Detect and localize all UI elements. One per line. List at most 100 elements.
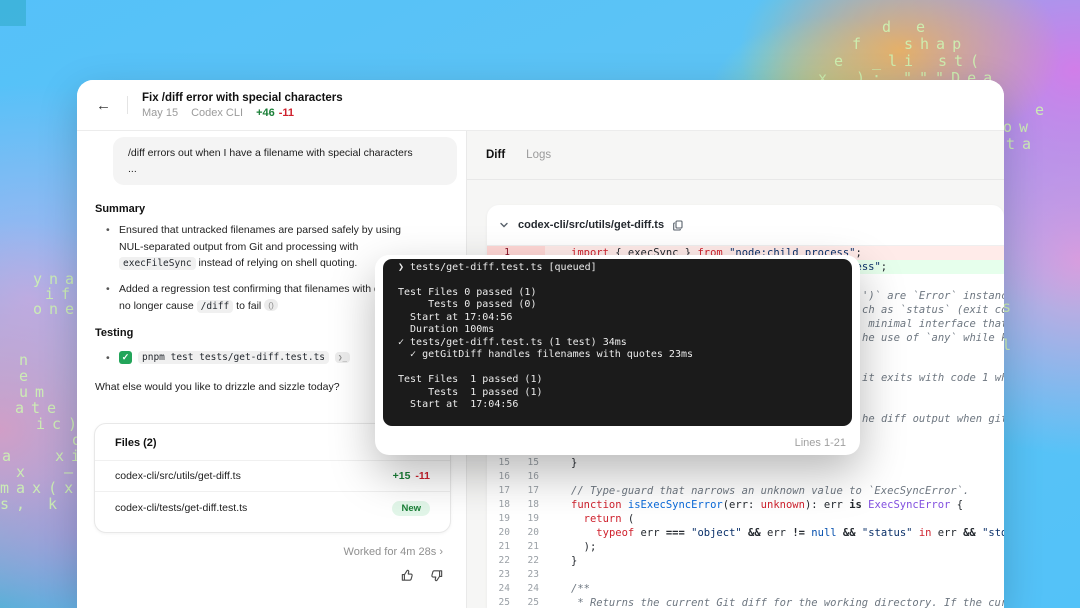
task-date: May 15 [142,107,178,119]
chevron-right-icon: › [439,546,443,558]
summary-bullet-2: •Added a regression test confirming that… [119,281,419,315]
testing-heading: Testing [95,327,133,339]
terminal-line [398,362,837,374]
matrix-glyph: shap [904,37,968,52]
matrix-glyph: x [16,465,32,480]
diff-comment-fragment: ch as `status` (exit co [862,304,1004,316]
terminal-line: Tests 0 passed (0) [398,299,837,311]
worked-duration-toggle[interactable]: Worked for 4m 28s › [94,546,443,558]
task-title: Fix /diff error with special characters [142,92,343,104]
desktop-background: ynaifoneneumateic)oaxix—max(xs,kdefshape… [0,0,1080,608]
diff-row: 2525 * Returns the current Git diff for … [487,596,1004,608]
diff-row: 2424/** [487,582,1004,596]
check-icon: ✓ [119,351,132,364]
matrix-glyph: e [1035,103,1051,118]
worked-duration-label: Worked for 4m 28s [344,546,437,558]
matrix-glyph: e [834,54,850,69]
file-path: codex-cli/tests/get-diff.test.ts [115,502,247,514]
diff-row: 2020 typeof err === "object" && err != n… [487,526,1004,540]
diff-row: 2323 [487,568,1004,582]
file-row-meta: New [392,502,430,514]
task-subtitle: May 15 Codex CLI +46 -11 [142,107,343,119]
matrix-glyph: l [1002,338,1018,353]
matrix-glyph: ate [15,401,63,416]
back-button[interactable]: ← [96,98,111,113]
file-row[interactable]: codex-cli/src/utils/get-diff.ts +15 -11 [95,461,450,492]
diff-additions: +46 [256,107,275,119]
matrix-glyph: e [916,20,932,35]
file-deletions: -11 [412,470,430,482]
diff-row: 1919 return ( [487,512,1004,526]
terminal-line: Tests 1 passed (1) [398,387,837,399]
files-list: codex-cli/src/utils/get-diff.ts+15 -11co… [95,461,450,523]
task-header: ← Fix /diff error with special character… [77,80,1004,131]
task-source: Codex CLI [191,107,243,119]
terminal-popover: ❯ tests/get-diff.test.ts [queued] Test F… [375,255,860,455]
citation-badge[interactable]: () [264,299,278,311]
user-message-text: /diff errors out when I have a filename … [128,145,442,161]
diff-comment-fragment: ')` are `Error` instance [862,290,1004,302]
terminal-lines-label: Lines 1-21 [795,437,846,449]
inline-code-chip: /diff [197,300,234,313]
bullet-dot: • [106,352,110,364]
file-path: codex-cli/src/utils/get-diff.ts [115,470,241,482]
diff-row: 2222} [487,554,1004,568]
codex-task-window: ← Fix /diff error with special character… [77,80,1004,608]
matrix-glyph: st( [938,54,986,69]
matrix-glyph: ta [1006,137,1038,152]
matrix-glyph: max(x [0,481,80,496]
corner-accent-square [0,0,26,26]
matrix-glyph: a [2,449,18,464]
test-command-chip: pnpm test tests/get-diff.test.ts [138,351,329,364]
terminal-line: ✓ tests/get-diff.test.ts (1 test) 34ms [398,337,837,349]
diff-comment-fragment: he use of `any` while k [862,332,1004,344]
matrix-glyph: d [882,20,898,35]
panel-tabs: Diff Logs [467,131,1004,180]
diff-row: 1616 [487,470,1004,484]
matrix-glyph: k [48,497,64,512]
diff-row: 1818function isExecSyncError(err: unknow… [487,498,1004,512]
user-message-bubble: /diff errors out when I have a filename … [113,137,457,185]
matrix-glyph: e [19,369,35,384]
matrix-glyph: n [19,353,35,368]
thumbs-down-button[interactable] [429,568,444,586]
matrix-glyph: um [19,385,51,400]
terminal-icon[interactable]: ❯_ [335,352,350,363]
terminal-line: Test Files 0 passed (1) [398,287,837,299]
matrix-glyph: f [852,37,868,52]
thumbs-up-button[interactable] [400,568,415,586]
diff-row: 1717// Type-guard that narrows an unknow… [487,484,1004,498]
diff-deletions: -11 [279,107,294,119]
terminal-line: Start at 17:04:56 [398,312,837,324]
tab-logs[interactable]: Logs [526,149,551,161]
header-divider [127,96,128,114]
copy-icon[interactable] [673,220,683,231]
test-command-row: • ✓ pnpm test tests/get-diff.test.ts ❯_ [119,351,350,364]
terminal-line: Start at 17:04:56 [398,399,837,411]
diff-file-path: codex-cli/src/utils/get-diff.ts [518,219,664,231]
assistant-question: What else would you like to drizzle and … [95,381,340,393]
matrix-glyph: _li [872,54,920,69]
inline-code-chip: execFileSync [119,257,196,270]
diff-code-lines: 1515}16161717// Type-guard that narrows … [487,456,1004,608]
matrix-glyph: one [33,302,81,317]
tab-diff[interactable]: Diff [486,149,505,161]
matrix-glyph: s, [0,497,32,512]
diff-comment-fragment: minimal interface that [862,318,1004,330]
terminal-line: ❯ tests/get-diff.test.ts [queued] [398,262,837,274]
file-row-meta: +15 -11 [393,470,430,482]
terminal-line: ✓ getGitDiff handles filenames with quot… [398,349,837,361]
new-badge: New [392,501,430,516]
bullet-dot: • [106,222,110,239]
file-additions: +15 [393,470,411,482]
summary-heading: Summary [95,203,145,215]
diff-row: 1515} [487,456,1004,470]
matrix-glyph: s [1002,300,1018,315]
matrix-glyph: ow [1003,120,1035,135]
terminal-line [398,274,837,286]
diff-comment-fragment: it exits with code 1 wh [862,372,1004,384]
diff-file-header[interactable]: codex-cli/src/utils/get-diff.ts [487,205,1004,246]
file-row[interactable]: codex-cli/tests/get-diff.test.ts New [95,492,450,523]
chevron-down-icon[interactable] [499,220,509,230]
diff-row: 2121 ); [487,540,1004,554]
